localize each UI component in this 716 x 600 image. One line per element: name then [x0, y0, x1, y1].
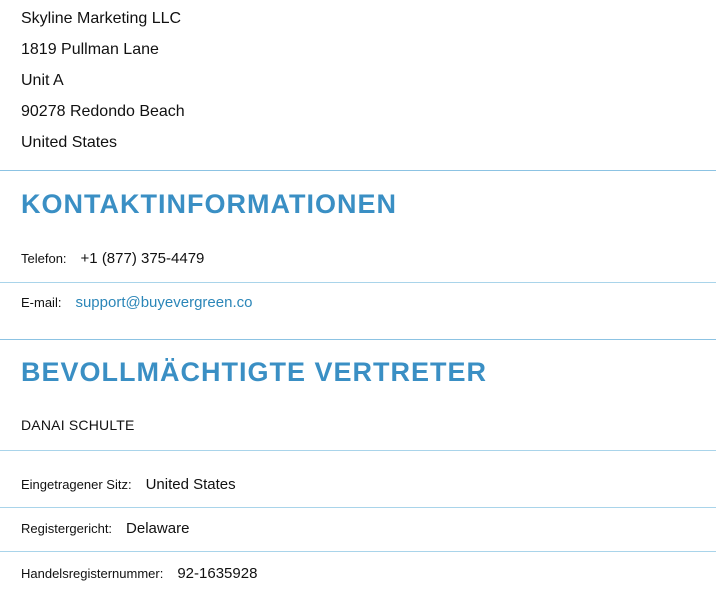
contact-heading: KONTAKTINFORMATIONEN	[21, 189, 397, 219]
imprint-page: Skyline Marketing LLC 1819 Pullman Lane …	[0, 0, 716, 600]
seat-label: Eingetragener Sitz:	[21, 477, 132, 492]
court-row: Registergericht: Delaware	[21, 520, 189, 537]
address-country: United States	[21, 134, 118, 151]
seat-value: United States	[145, 476, 236, 493]
seat-row: Eingetragener Sitz: United States	[21, 476, 236, 493]
company-name: Skyline Marketing LLC	[21, 10, 182, 27]
phone-row: Telefon: +1 (877) 375-4479	[21, 250, 204, 267]
email-link[interactable]: support@buyevergreen.co	[75, 294, 252, 311]
divider	[0, 339, 716, 340]
representative-name: DANAI SCHULTE	[21, 417, 135, 433]
address-city: 90278 Redondo Beach	[21, 103, 185, 120]
phone-label: Telefon:	[21, 251, 67, 266]
email-row: E-mail: support@buyevergreen.co	[21, 294, 252, 311]
divider	[0, 282, 716, 283]
address-unit: Unit A	[21, 72, 64, 89]
registry-number-value: 92-1635928	[177, 565, 258, 582]
court-label: Registergericht:	[21, 521, 113, 536]
address-street: 1819 Pullman Lane	[21, 41, 159, 58]
divider	[0, 170, 716, 171]
divider	[0, 450, 716, 451]
phone-value: +1 (877) 375-4479	[80, 250, 205, 267]
representatives-heading: BEVOLLMÄCHTIGTE VERTRETER	[21, 357, 488, 387]
email-label: E-mail:	[21, 295, 62, 310]
divider	[0, 507, 716, 508]
registry-number-row: Handelsregisternummer: 92-1635928	[21, 565, 257, 582]
divider	[0, 551, 716, 552]
court-value: Delaware	[126, 520, 190, 537]
registry-number-label: Handelsregisternummer:	[21, 566, 164, 581]
